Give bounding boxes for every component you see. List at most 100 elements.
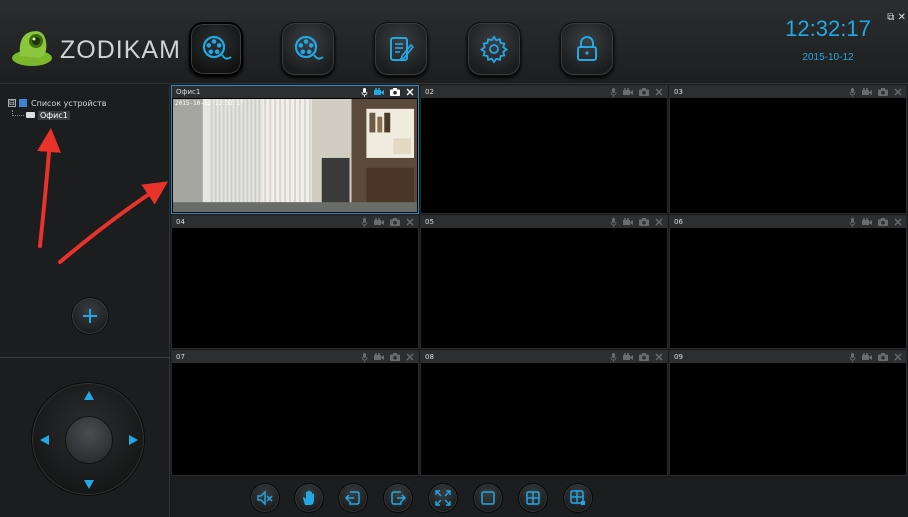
page-next-icon xyxy=(391,491,407,505)
video-camera-icon[interactable] xyxy=(623,218,633,226)
video-cell[interactable]: 07 xyxy=(171,350,419,476)
page-prev-icon xyxy=(344,491,360,505)
video-cell-header: 09 xyxy=(670,351,906,363)
folder-icon xyxy=(19,99,27,107)
snapshot-camera-icon[interactable] xyxy=(390,353,400,361)
close-icon[interactable] xyxy=(406,218,414,226)
microphone-icon[interactable] xyxy=(610,217,617,227)
video-cell[interactable]: 02 xyxy=(420,85,668,214)
tree-device-item[interactable]: Офис1 xyxy=(8,109,106,121)
close-icon[interactable] xyxy=(894,88,902,96)
video-cell-title: 03 xyxy=(674,88,683,96)
microphone-icon[interactable] xyxy=(849,217,856,227)
notepad-pen-icon xyxy=(390,37,415,61)
video-cell-title: 05 xyxy=(425,218,434,226)
ptz-joystick[interactable] xyxy=(31,382,145,496)
close-icon[interactable] xyxy=(655,353,663,361)
snapshot-camera-icon[interactable] xyxy=(390,218,400,226)
stop-all-button[interactable] xyxy=(294,483,324,513)
bottom-toolbar xyxy=(171,478,908,517)
previous-page-button[interactable] xyxy=(338,483,368,513)
tree-root[interactable]: ⊟ Список устройств xyxy=(8,97,106,109)
microphone-icon[interactable] xyxy=(610,87,617,97)
video-cell-title: 06 xyxy=(674,218,683,226)
video-cell[interactable]: 08 xyxy=(420,350,668,476)
close-icon[interactable] xyxy=(655,218,663,226)
video-cell[interactable]: 05 xyxy=(420,215,668,349)
ptz-left-icon xyxy=(40,435,49,445)
layout-quad-icon xyxy=(526,491,540,505)
film-reel-icon xyxy=(294,35,324,60)
feed-timestamp: 2015-10-12 12:32:17 xyxy=(175,100,244,107)
video-cell-title: 09 xyxy=(674,353,683,361)
layout-custom-icon xyxy=(570,490,585,505)
lock-button[interactable] xyxy=(560,22,614,76)
app-header: ZODIKAM 12:32:17 2015-10-12 ⧉ ✕ xyxy=(0,0,908,84)
video-cell-header: 06 xyxy=(670,216,906,228)
video-cell-header: 03 xyxy=(670,86,906,98)
live-view-button[interactable] xyxy=(189,22,243,76)
video-cell-controls xyxy=(610,87,663,97)
video-camera-icon[interactable] xyxy=(862,218,872,226)
video-cell[interactable]: 09 xyxy=(669,350,907,476)
close-icon[interactable] xyxy=(406,353,414,361)
snapshot-camera-icon[interactable] xyxy=(390,88,400,96)
snapshot-camera-icon[interactable] xyxy=(878,218,888,226)
video-camera-icon[interactable] xyxy=(374,218,384,226)
snapshot-camera-icon[interactable] xyxy=(878,353,888,361)
settings-button[interactable] xyxy=(467,22,521,76)
tree-collapse-toggle[interactable]: ⊟ xyxy=(8,99,16,107)
hand-icon xyxy=(303,490,314,505)
layout-custom-button[interactable] xyxy=(563,483,593,513)
video-cell-header: 02 xyxy=(421,86,667,98)
video-cell-controls xyxy=(610,217,663,227)
video-cell[interactable]: Офис1 2015-10-12 12:32:17 xyxy=(171,85,419,214)
next-page-button[interactable] xyxy=(383,483,413,513)
window-controls[interactable]: ⧉ ✕ xyxy=(887,12,906,23)
layout-4-button[interactable] xyxy=(518,483,548,513)
video-cell[interactable]: 06 xyxy=(669,215,907,349)
video-camera-icon[interactable] xyxy=(374,88,384,96)
video-camera-icon[interactable] xyxy=(374,353,384,361)
lock-icon xyxy=(577,36,597,61)
microphone-icon[interactable] xyxy=(610,352,617,362)
microphone-icon[interactable] xyxy=(361,87,368,97)
microphone-icon[interactable] xyxy=(849,87,856,97)
video-camera-icon[interactable] xyxy=(623,88,633,96)
video-camera-icon[interactable] xyxy=(862,88,872,96)
microphone-icon[interactable] xyxy=(849,352,856,362)
ptz-down-icon xyxy=(84,480,94,489)
log-button[interactable] xyxy=(374,22,428,76)
snapshot-camera-icon[interactable] xyxy=(639,88,649,96)
close-icon[interactable] xyxy=(655,88,663,96)
clock: 12:32:17 2015-10-12 xyxy=(778,16,878,63)
snapshot-camera-icon[interactable] xyxy=(639,218,649,226)
film-reel-icon xyxy=(202,35,232,60)
close-icon[interactable] xyxy=(894,353,902,361)
tree-device-label: Офис1 xyxy=(38,110,70,120)
microphone-icon[interactable] xyxy=(361,352,368,362)
ptz-center-knob[interactable] xyxy=(65,416,113,464)
camera-feed-image: 2015-10-12 12:32:17 xyxy=(173,99,417,212)
mute-button[interactable] xyxy=(250,483,280,513)
video-cell-controls xyxy=(361,217,414,227)
video-cell-title: 02 xyxy=(425,88,434,96)
add-device-button[interactable] xyxy=(71,297,109,335)
layout-1-button[interactable] xyxy=(473,483,503,513)
video-camera-icon[interactable] xyxy=(623,353,633,361)
fullscreen-button[interactable] xyxy=(428,483,458,513)
video-cell[interactable]: 03 xyxy=(669,85,907,214)
playback-button[interactable] xyxy=(281,22,335,76)
close-icon[interactable] xyxy=(894,218,902,226)
snapshot-camera-icon[interactable] xyxy=(878,88,888,96)
close-icon[interactable] xyxy=(406,88,414,96)
snapshot-camera-icon[interactable] xyxy=(639,353,649,361)
device-tree: ⊟ Список устройств Офис1 xyxy=(8,97,106,121)
ptz-up-icon xyxy=(84,391,94,400)
video-cell-title: Офис1 xyxy=(176,88,201,96)
video-grid: Офис1 2015-10-12 12:32:17 02 03 04 05 06 07 08 09 xyxy=(171,85,908,477)
video-camera-icon[interactable] xyxy=(862,353,872,361)
microphone-icon[interactable] xyxy=(361,217,368,227)
tree-root-label: Список устройств xyxy=(31,98,107,108)
video-cell[interactable]: 04 xyxy=(171,215,419,349)
